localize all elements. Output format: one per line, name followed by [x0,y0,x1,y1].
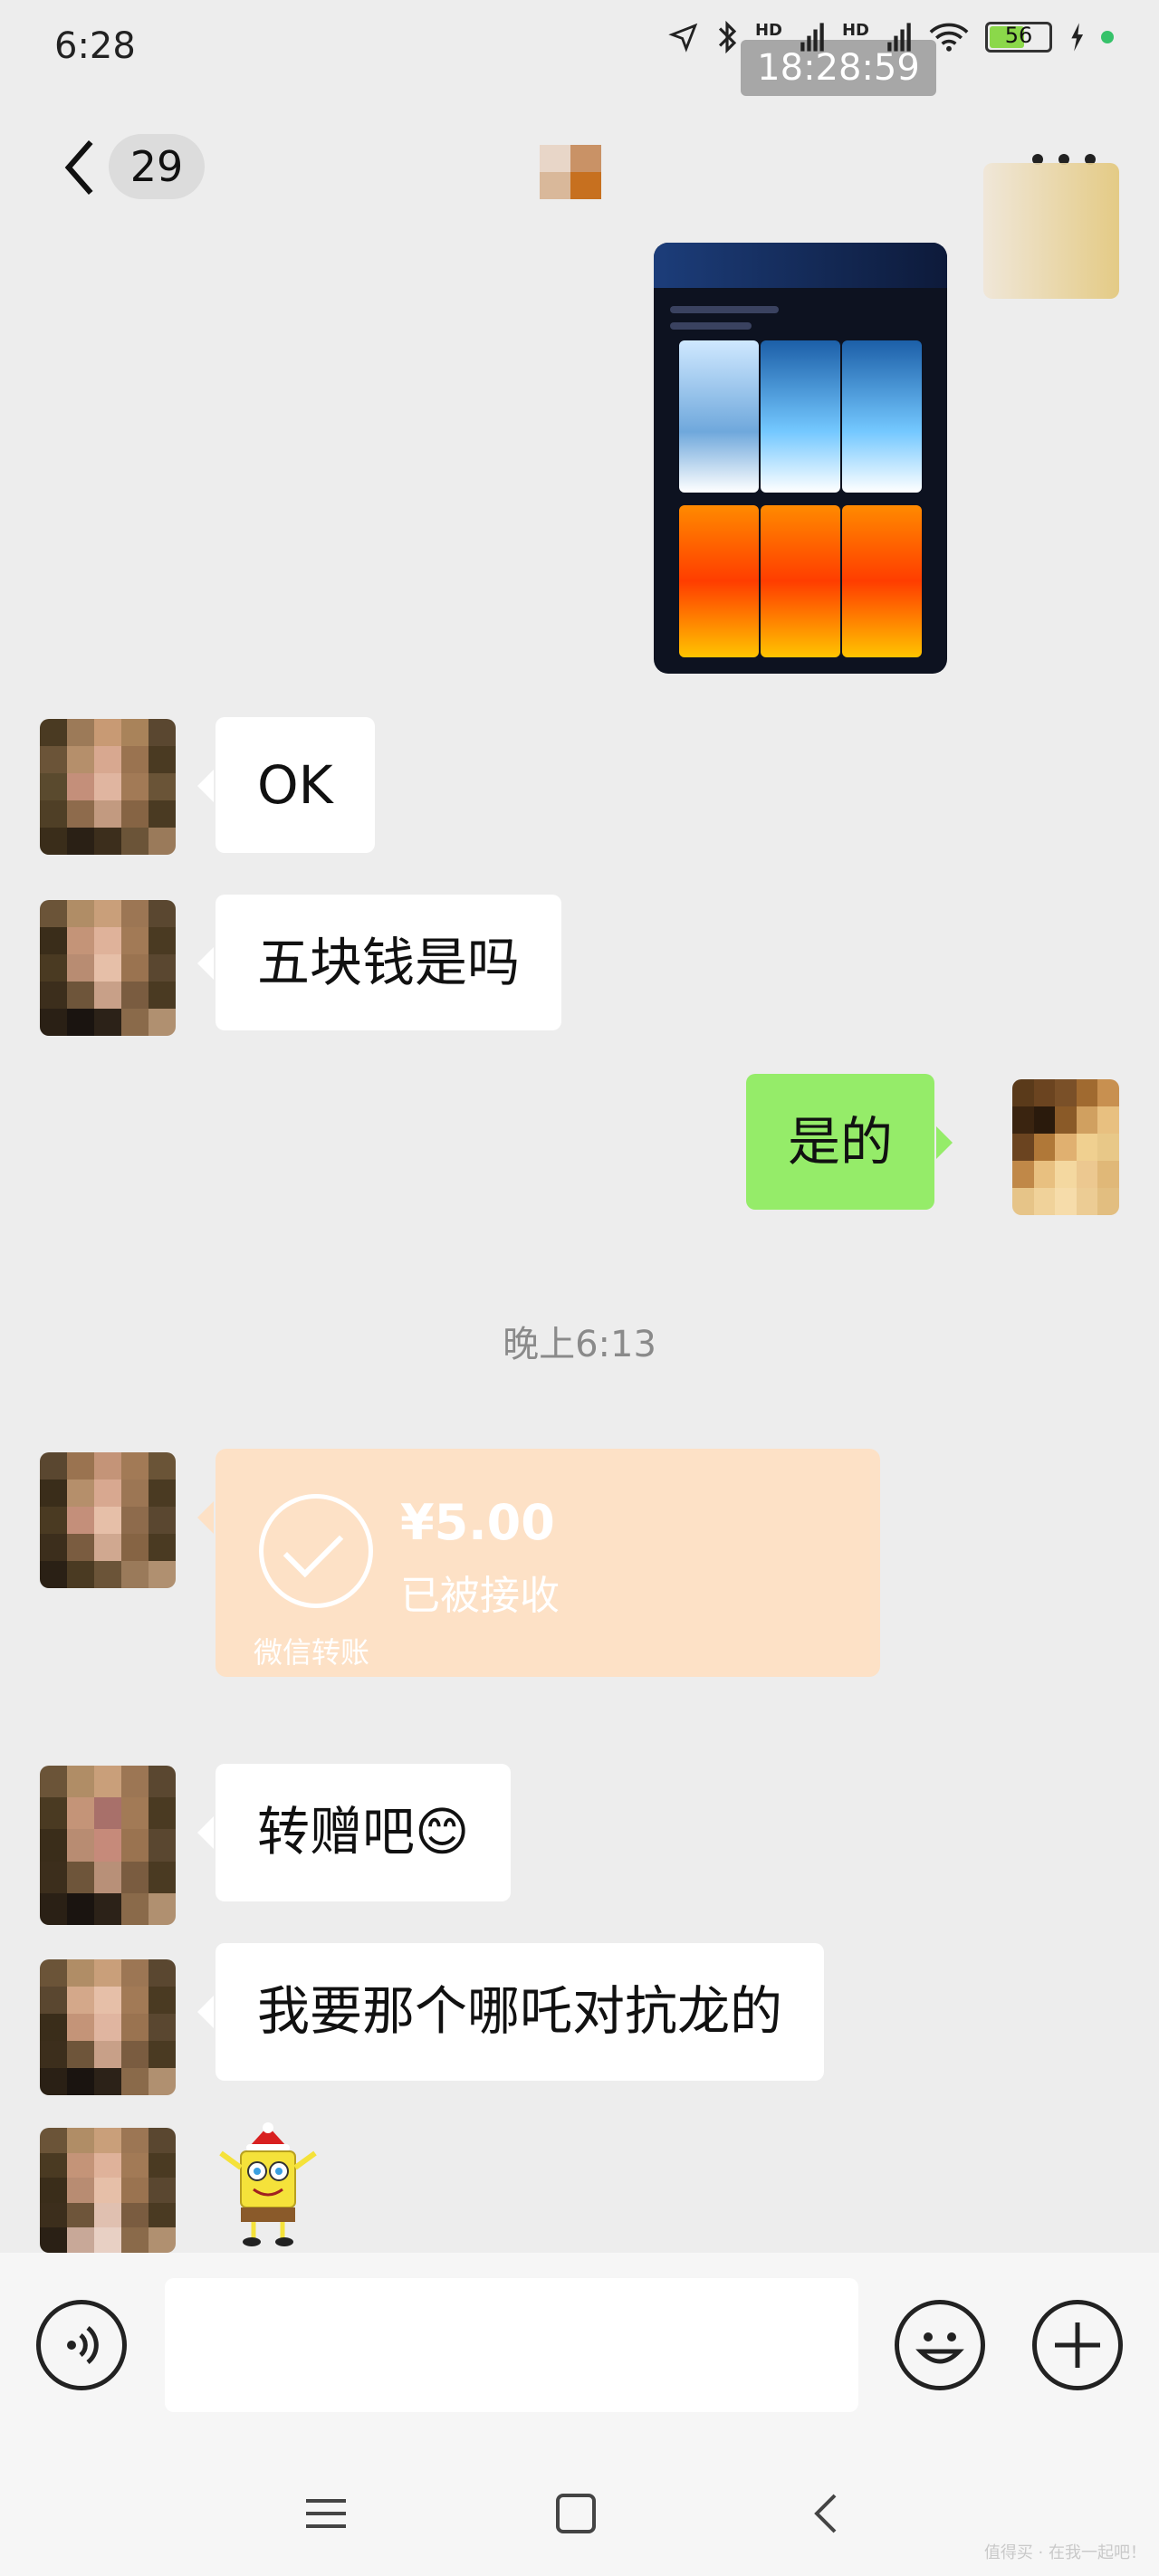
home-icon [556,2494,596,2533]
voice-icon [67,2326,99,2364]
system-back-button[interactable] [800,2486,855,2541]
smile-emoji-icon: 😊 [415,1801,470,1863]
message-input[interactable] [165,2278,858,2412]
message-bubble[interactable]: 是的 [746,1074,953,1210]
recent-apps-button[interactable] [299,2486,353,2541]
battery-level: 56 [1004,23,1033,48]
back-button[interactable] [53,136,107,199]
contact-avatar[interactable] [40,1766,176,1925]
location-arrow-icon [668,23,698,53]
message-text: 转赠吧 [257,1801,416,1863]
transfer-status: 已被接收 [400,1573,560,1619]
home-button[interactable] [549,2486,603,2541]
transfer-footer: 微信转账 [254,1635,370,1670]
my-avatar[interactable] [1012,1079,1119,1215]
chevron-left-icon [64,139,93,196]
privacy-indicator-icon [1101,31,1114,43]
more-functions-button[interactable] [1032,2300,1123,2390]
my-avatar[interactable] [983,163,1119,299]
contact-name-pixelated [534,127,607,199]
contact-avatar[interactable] [40,900,176,1036]
charging-icon [1071,23,1084,52]
hd-label: HD [841,20,869,40]
input-bar [0,2253,1159,2450]
contact-avatar[interactable] [40,719,176,855]
transfer-amount: ¥5.00 [400,1494,555,1551]
contact-avatar[interactable] [40,2128,176,2253]
plus-icon [1055,2322,1100,2368]
watermark: 值得买 · 在我一起吧！ [983,2543,1146,2562]
signal-icon [800,23,824,52]
message-bubble[interactable]: 转赠吧😊 [196,1764,512,1901]
spongebob-sticker[interactable] [214,2122,322,2249]
battery-icon: 56 [985,22,1052,53]
chat-timestamp: 晚上6:13 [503,1324,656,1365]
status-icons: HD HD 56 [668,20,1114,54]
wifi-icon [929,23,969,52]
back-icon [814,2494,837,2533]
message-bubble[interactable]: 五块钱是吗 [196,895,562,1030]
contact-avatar[interactable] [40,1959,176,2095]
sent-image[interactable] [654,243,947,674]
message-bubble[interactable]: 我要那个哪吒对抗龙的 [196,1943,825,2081]
system-navigation-bar: 值得买 · 在我一起吧！ [0,2450,1159,2576]
unread-count-badge[interactable]: 29 [109,134,205,199]
emoji-icon [915,2332,964,2364]
check-circle-icon [259,1494,373,1608]
status-bar: 6:28 18:28:59 HD HD 56 [0,0,1159,100]
voice-button[interactable] [36,2300,127,2390]
signal-icon [887,23,911,52]
bluetooth-icon [718,20,737,54]
spongebob-sticker-icon [219,2122,317,2246]
status-time: 6:28 [54,25,136,67]
hd-label: HD [754,20,782,40]
menu-icon [306,2499,346,2528]
contact-avatar[interactable] [40,1452,176,1588]
message-bubble[interactable]: OK [197,717,375,853]
wechat-transfer-card[interactable]: ¥5.00 已被接收 微信转账 [197,1449,880,1677]
emoji-button[interactable] [895,2300,985,2390]
